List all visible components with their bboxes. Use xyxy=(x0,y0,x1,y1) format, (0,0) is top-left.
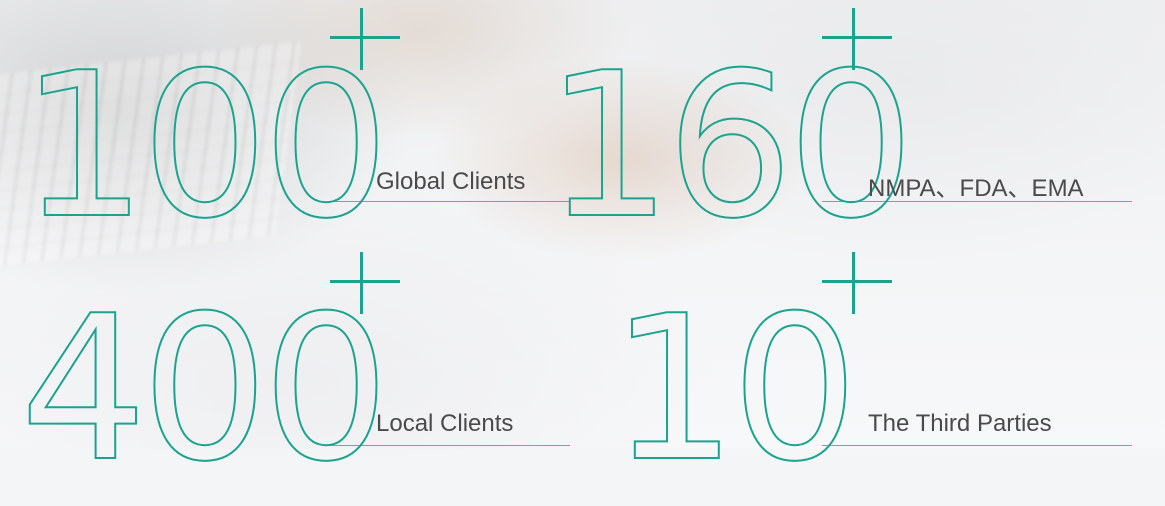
underline xyxy=(330,201,570,202)
stat-label: Local Clients xyxy=(376,410,514,437)
stat-value: 10 xyxy=(609,273,859,506)
underline xyxy=(822,445,1132,446)
plus-icon xyxy=(822,252,892,322)
plus-icon xyxy=(330,8,400,78)
underline xyxy=(330,445,570,446)
stat-label: Global Clients xyxy=(376,168,526,195)
plus-icon xyxy=(330,252,400,322)
stat-label: NMPA、FDA、EMA xyxy=(868,175,1084,202)
plus-icon xyxy=(822,8,892,78)
stat-label: The Third Parties xyxy=(868,410,1052,437)
